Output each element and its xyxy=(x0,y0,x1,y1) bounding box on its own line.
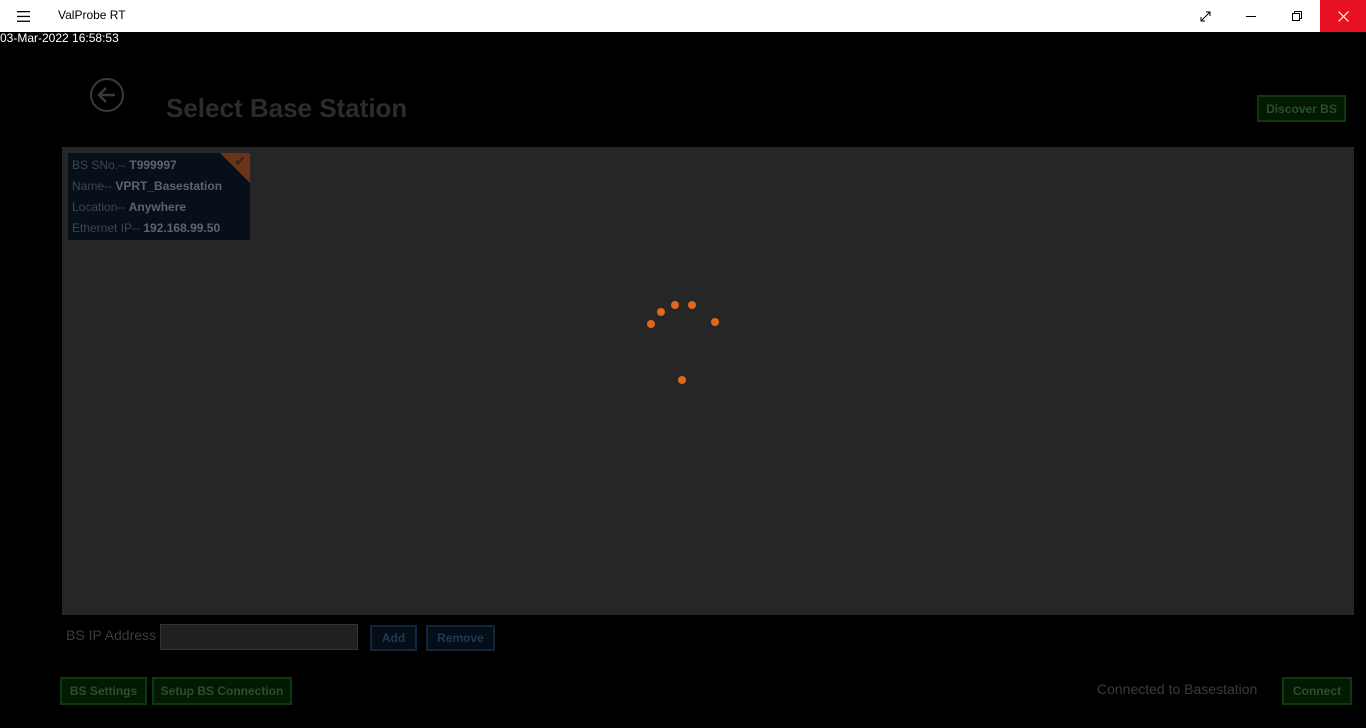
remove-button[interactable]: Remove xyxy=(426,625,495,651)
card-location-row: Location-- Anywhere xyxy=(72,200,186,214)
discover-bs-button[interactable]: Discover BS xyxy=(1257,95,1346,122)
card-location-label: Location-- xyxy=(72,200,129,214)
card-ip-label: Ethernet IP-- xyxy=(72,221,144,235)
hamburger-icon xyxy=(16,10,30,22)
bs-settings-button[interactable]: BS Settings xyxy=(60,677,147,705)
page-title: Select Base Station xyxy=(166,93,408,123)
spinner-dot xyxy=(671,301,679,309)
close-button[interactable] xyxy=(1320,0,1366,32)
checkmark-icon: ✔ xyxy=(234,153,246,169)
card-sno-row: BS SNo.-- T999997 xyxy=(72,158,177,172)
card-sno-value: T999997 xyxy=(129,158,177,172)
back-arrow-icon xyxy=(90,78,124,112)
app-title: ValProbe RT xyxy=(58,8,126,22)
bs-ip-address-label: BS IP Address xyxy=(66,627,157,643)
add-button[interactable]: Add xyxy=(370,625,417,651)
connect-button[interactable]: Connect xyxy=(1282,677,1352,705)
spinner-dot xyxy=(688,301,696,309)
restore-button[interactable] xyxy=(1274,0,1320,32)
card-ip-row: Ethernet IP-- 192.168.99.50 xyxy=(72,221,220,235)
card-sno-label: BS SNo.-- xyxy=(72,158,130,172)
title-bar: ValProbe RT xyxy=(0,0,1366,32)
card-name-label: Name-- xyxy=(72,179,116,193)
setup-bs-connection-button[interactable]: Setup BS Connection xyxy=(152,677,292,705)
bs-ip-address-input[interactable] xyxy=(160,624,358,650)
hamburger-menu-button[interactable] xyxy=(8,0,38,32)
card-ip-value: 192.168.99.50 xyxy=(143,221,221,235)
spinner-dot xyxy=(647,320,655,328)
base-station-list-panel xyxy=(62,147,1354,615)
fullscreen-button[interactable] xyxy=(1182,0,1228,32)
restore-icon xyxy=(1292,11,1302,21)
expand-icon xyxy=(1200,11,1210,21)
close-icon xyxy=(1337,10,1349,22)
card-location-value: Anywhere xyxy=(128,200,187,214)
datetime-label: 03-Mar-2022 16:58:53 xyxy=(0,31,119,45)
card-name-row: Name-- VPRT_Basestation xyxy=(72,179,222,193)
spinner-dot xyxy=(711,318,719,326)
spinner-dot xyxy=(657,308,665,316)
card-name-value: VPRT_Basestation xyxy=(115,179,223,193)
spinner-dot xyxy=(678,376,686,384)
base-station-card[interactable]: ✔ BS SNo.-- T999997 Name-- VPRT_Basestat… xyxy=(68,153,250,240)
minimize-icon xyxy=(1246,16,1256,17)
connection-status: Connected to Basestation xyxy=(1097,681,1258,697)
back-button[interactable] xyxy=(89,77,125,113)
minimize-button[interactable] xyxy=(1228,0,1274,32)
